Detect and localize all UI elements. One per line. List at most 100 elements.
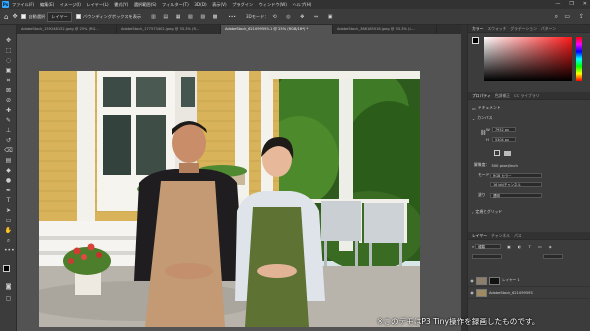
blur-tool-icon[interactable]: ◆ <box>4 167 13 174</box>
eye-icon[interactable]: ◉ <box>468 278 476 283</box>
menu-filter[interactable]: フィルター(T) <box>162 2 189 8</box>
photo-illustration <box>39 71 420 327</box>
frame-tool-icon[interactable]: ⊠ <box>4 87 13 94</box>
fill-dropdown[interactable]: 透明 <box>490 192 542 198</box>
show-transform-controls-checkbox[interactable]: バウンディングボックスを表示 <box>75 14 141 20</box>
quick-mask-icon[interactable]: ◙ <box>4 283 13 290</box>
auto-select-checkbox[interactable]: 自動選択 <box>21 14 45 20</box>
menu-window[interactable]: ウィンドウ(W) <box>259 2 287 8</box>
mode-label: モード <box>478 172 490 177</box>
resolution-row: 解像度： 300 pixel/inch <box>474 162 518 168</box>
menu-image[interactable]: イメージ(I) <box>60 2 81 8</box>
height-field[interactable]: 5304 px <box>492 137 516 142</box>
document-label: ドキュメント <box>477 105 501 110</box>
zoom-tool-icon[interactable]: ⌕ <box>4 237 13 244</box>
menu-select[interactable]: 選択範囲(S) <box>134 2 157 8</box>
orientation-landscape-icon[interactable] <box>504 151 511 156</box>
tab-document-1[interactable]: AdobeStock_159248152.jpeg @ 25% (RG... <box>17 25 117 34</box>
close-button[interactable]: ✕ <box>583 0 587 9</box>
document-tabs: AdobeStock_159248152.jpeg @ 25% (RG... A… <box>17 25 461 34</box>
menu-layer[interactable]: レイヤー(L) <box>86 2 108 8</box>
eraser-tool-icon[interactable]: ⌫ <box>4 147 13 154</box>
menu-edit[interactable]: 編集(E) <box>40 2 54 8</box>
share-icon[interactable]: ⇪ <box>579 13 584 20</box>
canvas-photo[interactable] <box>39 71 420 327</box>
layer-filter-icons[interactable]: ▣ ◐ T ▭ ◈ <box>507 244 555 249</box>
object-select-tool-icon[interactable]: ▣ <box>4 67 13 74</box>
color-picker-field[interactable] <box>484 37 572 81</box>
more-options-icon[interactable]: ••• <box>228 14 235 19</box>
home-icon[interactable]: ⌂ <box>4 13 8 21</box>
link-dimensions-icon[interactable]: ⛓ <box>480 130 486 136</box>
marquee-tool-icon[interactable]: ⬚ <box>4 47 13 54</box>
rectangle-tool-icon[interactable]: ▭ <box>4 217 13 224</box>
height-row: H 5304 px <box>486 137 516 142</box>
tab-document-active[interactable]: AdobeStock_621099593-1 @ 25% (RGB/16*) * <box>221 25 333 34</box>
tools-panel: ✥ ⬚ ◌ ▣ ⌗ ⊠ ⊘ ✚ ✎ ⊥ ↺ ⌫ ▤ ◆ ● ✒ T ➤ ▭ ✋ … <box>0 25 17 331</box>
tab-swatches[interactable]: スウォッチ <box>487 26 506 32</box>
tab-properties[interactable]: プロパティ <box>472 93 491 99</box>
bit-depth-dropdown[interactable]: 16 bit/チャンネル <box>490 182 542 187</box>
hue-slider[interactable] <box>576 37 582 81</box>
type-tool-icon[interactable]: T <box>4 197 13 204</box>
blend-opacity-row[interactable] <box>472 254 588 259</box>
canvas-section-header[interactable]: ⌄ カンバス <box>472 115 492 121</box>
gradient-tool-icon[interactable]: ▤ <box>4 157 13 164</box>
tab-adjustments[interactable]: 色調補正 <box>495 93 510 99</box>
width-field[interactable]: 7952 px <box>492 127 516 132</box>
layer-thumbnail <box>476 276 487 285</box>
menu-3d[interactable]: 3D(D) <box>194 2 206 7</box>
maximize-button[interactable]: ❐ <box>569 0 573 9</box>
eye-icon[interactable]: ◉ <box>468 290 476 295</box>
menu-bar: Ps ファイル(F) 編集(E) イメージ(I) レイヤー(L) 書式(Y) 選… <box>0 0 590 9</box>
layer-kind-dropdown[interactable]: 種類 <box>475 244 502 249</box>
3d-tools-icons[interactable]: ⟲ ◎ ✥ ⇔ ▣ <box>272 14 336 20</box>
healing-brush-tool-icon[interactable]: ✚ <box>4 107 13 114</box>
menu-type[interactable]: 書式(Y) <box>114 2 128 8</box>
orientation-portrait-icon[interactable] <box>494 150 500 156</box>
more-tools-icon[interactable]: ••• <box>4 247 15 254</box>
foreground-color-swatch[interactable] <box>3 265 10 272</box>
fg-bg-swatch[interactable] <box>472 37 479 44</box>
brush-tool-icon[interactable]: ✎ <box>4 117 13 124</box>
eyedropper-tool-icon[interactable]: ⊘ <box>4 97 13 104</box>
pen-tool-icon[interactable]: ✒ <box>4 187 13 194</box>
tab-color[interactable]: カラー <box>472 26 483 32</box>
minimize-button[interactable]: — <box>555 0 560 9</box>
mode-3d-label: 3Dモード： <box>245 13 269 19</box>
auto-select-target-dropdown[interactable]: レイヤー <box>47 11 72 22</box>
tab-gradients[interactable]: グラデーション <box>510 26 537 32</box>
menu-help[interactable]: ヘルプ(H) <box>292 2 311 8</box>
bits-row: 16 bit/チャンネル <box>490 182 542 187</box>
search-icon[interactable]: ⌕ <box>555 13 558 21</box>
workspace-icon[interactable]: ▭ <box>564 13 570 20</box>
tab-channels[interactable]: チャンネル <box>491 233 510 239</box>
clone-stamp-tool-icon[interactable]: ⊥ <box>4 127 13 134</box>
dodge-tool-icon[interactable]: ● <box>4 177 13 184</box>
layer-row[interactable]: ◉ レイヤー 1 <box>468 275 590 287</box>
canvas-area[interactable] <box>17 34 461 331</box>
lasso-tool-icon[interactable]: ◌ <box>4 57 13 64</box>
tab-paths[interactable]: パス <box>514 233 522 239</box>
layer-row[interactable]: ◉ AdobeStock_621099593 <box>468 287 590 299</box>
move-tool-icon[interactable]: ✥ <box>12 13 17 20</box>
crop-tool-icon[interactable]: ⌗ <box>4 77 13 84</box>
resolution-label: 解像度： <box>474 162 490 167</box>
path-select-tool-icon[interactable]: ➤ <box>4 207 13 214</box>
mode-dropdown[interactable]: RGB カラー <box>490 172 542 178</box>
align-icons[interactable]: ▥ ▤ ▦ ▧ ▨ ▩ <box>151 14 220 20</box>
hand-tool-icon[interactable]: ✋ <box>4 227 13 234</box>
layer-name: AdobeStock_621099593 <box>489 290 533 295</box>
tab-document-2[interactable]: AdobeStock_177573402.jpeg @ 33.3% (R... <box>117 25 221 34</box>
tab-document-4[interactable]: AdobeStock_368185518.jpeg @ 33.3% (L... <box>333 25 437 34</box>
tab-patterns[interactable]: パターン <box>541 26 556 32</box>
history-brush-tool-icon[interactable]: ↺ <box>4 137 13 144</box>
rulers-grids-header[interactable]: › 定規とグリッド <box>472 209 502 215</box>
menu-plugins[interactable]: プラグイン <box>232 2 253 8</box>
tab-layers[interactable]: レイヤー <box>472 233 487 239</box>
menu-file[interactable]: ファイル(F) <box>12 2 34 8</box>
screen-mode-icon[interactable]: ▢ <box>4 295 13 302</box>
move-tool-icon[interactable]: ✥ <box>4 37 13 44</box>
tab-cc-libraries[interactable]: CC ライブラリ <box>514 93 540 99</box>
menu-view[interactable]: 表示(V) <box>212 2 227 8</box>
